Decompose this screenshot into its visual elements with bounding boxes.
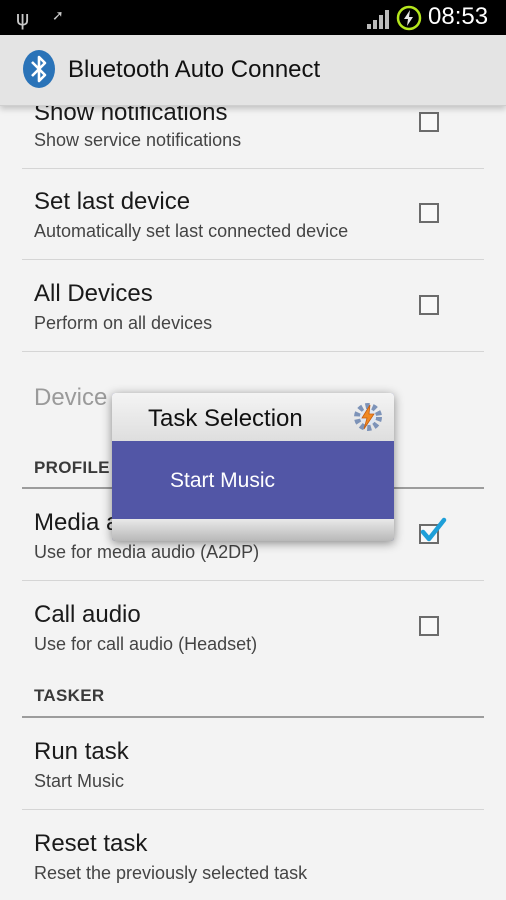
pref-set-last-device[interactable]: Set last device Automatically set last c… [22, 168, 484, 260]
task-selection-dialog: Task Selection Start Music [112, 393, 394, 541]
pref-title: Set last device [34, 188, 191, 215]
category-label: TASKER [34, 686, 105, 705]
category-tasker: TASKER [22, 672, 484, 718]
pref-title: All Devices [34, 280, 153, 307]
dialog-title: Task Selection [148, 405, 303, 432]
checkbox-all-devices[interactable] [419, 295, 439, 315]
app-title: Bluetooth Auto Connect [68, 56, 321, 83]
pref-title: Device [34, 384, 108, 411]
dialog-item-start-music[interactable]: Start Music [112, 445, 394, 517]
pref-title: Show notifications [34, 105, 228, 126]
pref-summary: Show service notifications [34, 130, 242, 150]
pref-run-task[interactable]: Run task Start Music [22, 718, 484, 810]
bluetooth-icon [23, 50, 55, 88]
pref-call-audio[interactable]: Call audio Use for call audio (Headset) [22, 581, 484, 672]
dialog-footer [112, 519, 394, 541]
checkbox-set-last-device[interactable] [419, 203, 439, 223]
pref-summary: Automatically set last connected device [34, 221, 349, 241]
pref-all-devices[interactable]: All Devices Perform on all devices [22, 260, 484, 352]
checkmark-icon [420, 517, 447, 542]
pref-summary: Use for media audio (A2DP) [34, 542, 260, 562]
flag-icon: ➚ [52, 8, 64, 24]
pref-summary: Reset the previously selected task [34, 863, 308, 883]
pref-summary: Perform on all devices [34, 313, 213, 333]
checkbox-show-notifications[interactable] [419, 112, 439, 132]
battery-charging-icon [396, 5, 422, 31]
usb-icon: ψ [16, 6, 30, 30]
pref-summary: Start Music [34, 771, 125, 791]
status-bar: ψ ➚ 08:53 [0, 0, 506, 35]
pref-title: Reset task [34, 830, 148, 857]
clock: 08:53 [428, 3, 489, 30]
signal-icon [367, 10, 389, 29]
pref-title: Call audio [34, 601, 141, 628]
dialog-title-bar: Task Selection [112, 393, 394, 441]
category-label: PROFILE [34, 458, 110, 477]
action-bar: Bluetooth Auto Connect [0, 35, 506, 106]
checkbox-media-audio[interactable] [419, 517, 447, 544]
tasker-icon [354, 403, 382, 431]
pref-summary: Use for call audio (Headset) [34, 634, 258, 654]
checkbox-call-audio[interactable] [419, 616, 439, 636]
dialog-item-label: Start Music [170, 469, 276, 492]
pref-reset-task[interactable]: Reset task Reset the previously selected… [22, 810, 484, 900]
pref-show-notifications[interactable]: Show notifications Show service notifica… [22, 105, 484, 169]
pref-title: Run task [34, 738, 129, 765]
